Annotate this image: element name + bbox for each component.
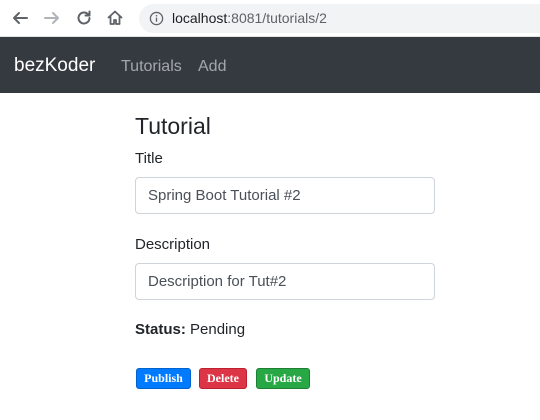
info-icon[interactable] [149, 11, 164, 26]
nav-link-add[interactable]: Add [198, 57, 226, 76]
status-value: Pending [190, 321, 246, 338]
address-bar[interactable]: localhost:8081/tutorials/2 [139, 4, 540, 33]
description-input[interactable]: Description for Tut#2 [135, 263, 435, 300]
back-arrow-icon[interactable] [9, 7, 31, 29]
page-title: Tutorial [135, 113, 211, 139]
reload-icon[interactable] [73, 7, 95, 29]
app-navbar: bezKoder Tutorials Add [0, 37, 540, 93]
forward-arrow-icon[interactable] [41, 7, 63, 29]
publish-button[interactable]: Publish [136, 368, 191, 389]
status-row: Status: Pending [135, 321, 245, 339]
nav-link-tutorials[interactable]: Tutorials [121, 57, 182, 76]
delete-button[interactable]: Delete [199, 368, 247, 389]
description-label: Description [135, 236, 211, 253]
status-label: Status: [135, 321, 186, 338]
update-button[interactable]: Update [256, 368, 310, 389]
url-path: :8081/tutorials/2 [227, 10, 327, 26]
browser-toolbar: localhost:8081/tutorials/2 [0, 0, 540, 37]
url-text: localhost:8081/tutorials/2 [172, 10, 327, 27]
url-host: localhost [172, 10, 228, 26]
home-icon[interactable] [104, 7, 126, 29]
brand-logo[interactable]: bezKoder [14, 55, 95, 77]
title-label: Title [135, 150, 163, 167]
title-input[interactable]: Spring Boot Tutorial #2 [135, 177, 435, 214]
